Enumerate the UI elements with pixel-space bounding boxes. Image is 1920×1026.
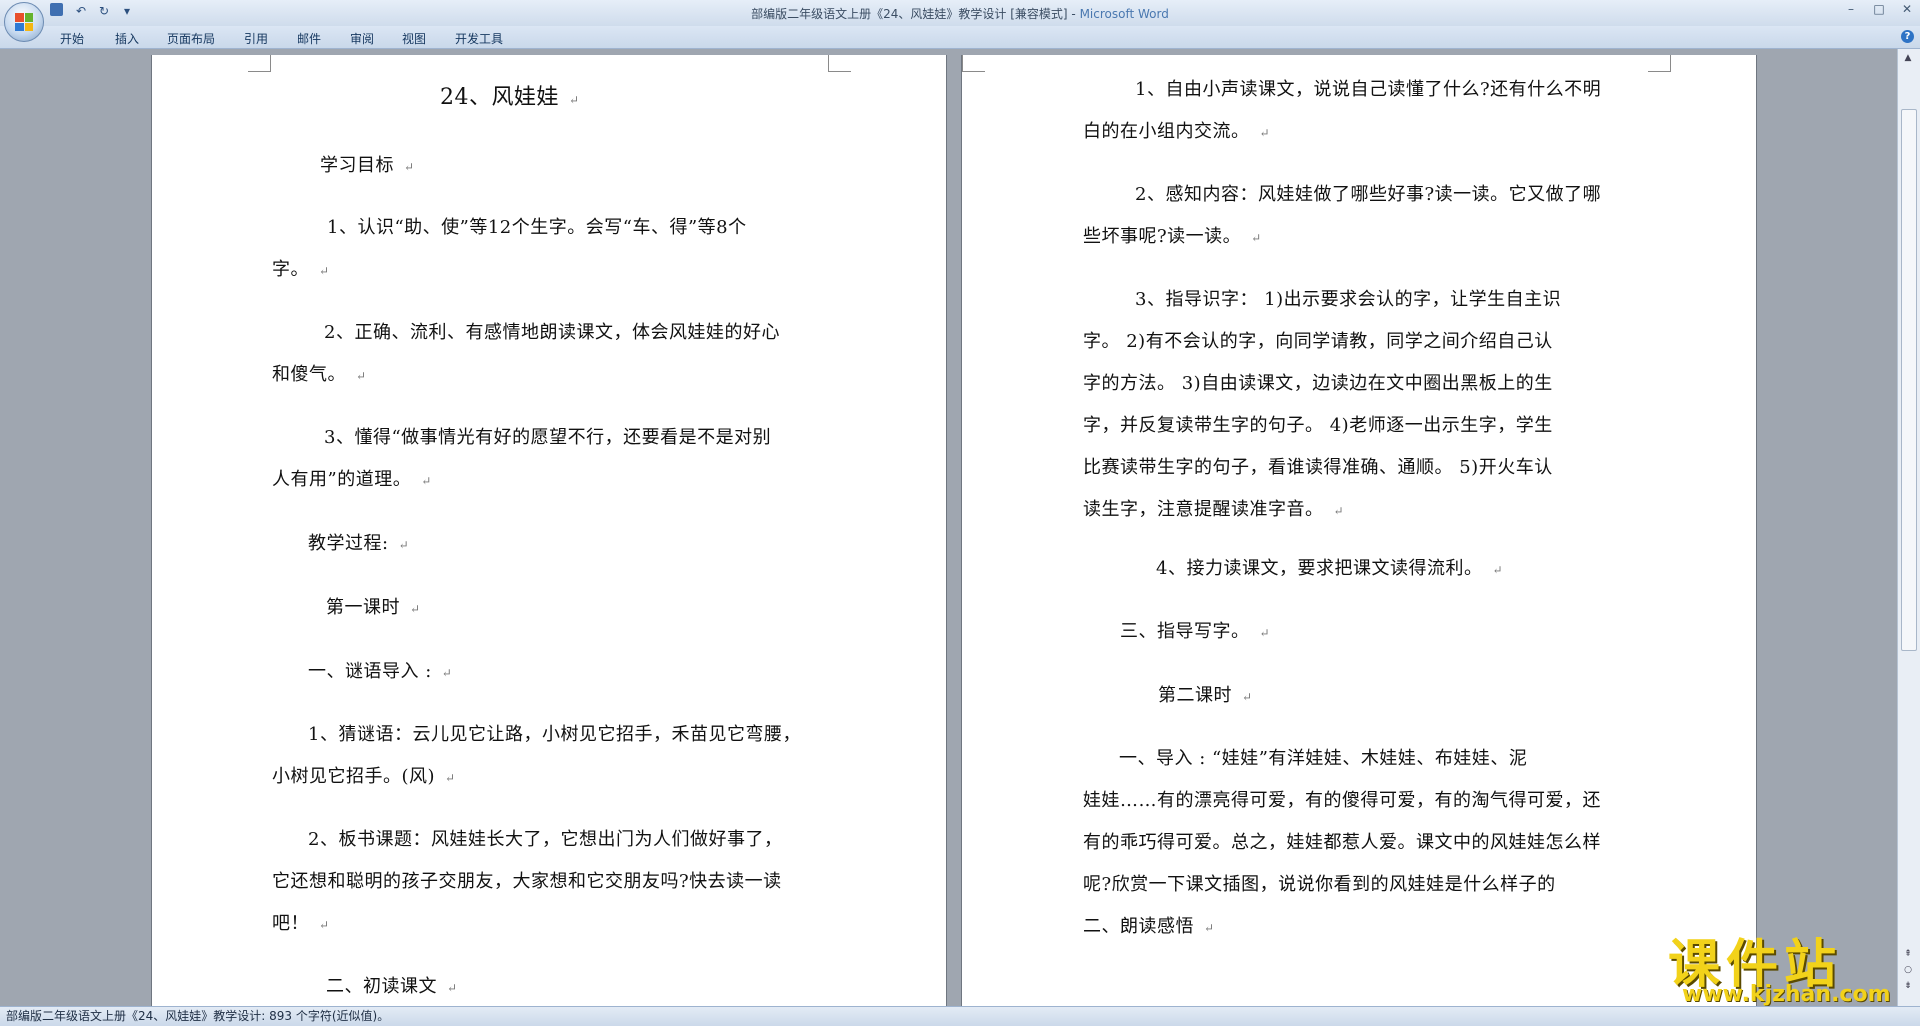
paragraph: 第一课时 ↵: [326, 597, 421, 618]
paragraph: 1、猜谜语：云儿见它让路，小树见它招手，禾苗见它弯腰， 小树见它招手。(风) ↵: [272, 724, 801, 787]
paragraph: 3、指导识字： 1)出示要求会认的字，让学生自主识 字。 2)有不会认的字，向同…: [1083, 289, 1562, 520]
help-icon[interactable]: ?: [1901, 30, 1914, 43]
tab-view[interactable]: 视图: [402, 30, 426, 47]
document-workspace: 24、风娃娃 ↵ 学习目标 ↵ 1、认识“助、使”等12个生字。会写“车、得”等8个…: [0, 49, 1898, 1006]
status-text: 部编版二年级语文上册《24、风娃娃》教学设计: 893 个字符(近似值)。: [6, 1009, 390, 1023]
paragraph: 教学过程: ↵: [308, 533, 410, 554]
paragraph: 一、谜语导入 : ↵: [308, 661, 453, 682]
watermark-url: www.kjzhan.com: [1682, 982, 1891, 1007]
tab-mailings[interactable]: 邮件: [297, 30, 321, 47]
page-right: 1、自由小声读课文，说说自己读懂了什么?还有什么不明 白的在小组内交流。 ↵ 2、…: [961, 55, 1757, 1006]
paragraph-mark: ↵: [569, 93, 580, 107]
office-logo-icon: [15, 13, 33, 31]
close-icon[interactable]: ✕: [1900, 2, 1914, 16]
paragraph: 第二课时 ↵: [1158, 685, 1253, 706]
paragraph: 二、朗读感悟 ↵: [1083, 916, 1215, 937]
scrollbar-thumb[interactable]: [1901, 109, 1917, 651]
margin-corner-mark: [962, 55, 985, 72]
margin-corner-mark: [828, 55, 851, 72]
page-left: 24、风娃娃 ↵ 学习目标 ↵ 1、认识“助、使”等12个生字。会写“车、得”等8个…: [151, 55, 947, 1006]
paragraph: 1、自由小声读课文，说说自己读懂了什么?还有什么不明 白的在小组内交流。 ↵: [1083, 79, 1602, 142]
app-name: Microsoft Word: [1079, 7, 1169, 21]
scroll-up-icon[interactable]: ▲: [1901, 53, 1915, 65]
paragraph: 学习目标 ↵: [320, 155, 415, 176]
tab-insert[interactable]: 插入: [115, 30, 139, 47]
paragraph: 4、接力读课文，要求把课文读得流利。 ↵: [1156, 558, 1504, 579]
office-button[interactable]: [4, 2, 44, 42]
paragraph: 2、感知内容：风娃娃做了哪些好事?读一读。它又做了哪 些坏事呢?读一读。 ↵: [1083, 184, 1602, 247]
tab-review[interactable]: 审阅: [350, 30, 374, 47]
minimize-icon[interactable]: –: [1844, 2, 1858, 16]
margin-corner-mark: [1648, 55, 1671, 72]
paragraph: 3、懂得“做事情光有好的愿望不行，还要看是不是对别 人有用”的道理。 ↵: [272, 427, 772, 490]
title-bar: ↶ ↻ ▾ 部编版二年级语文上册《24、风娃娃》教学设计 [兼容模式] - Mi…: [0, 0, 1920, 26]
status-bar: 部编版二年级语文上册《24、风娃娃》教学设计: 893 个字符(近似值)。: [0, 1006, 1920, 1026]
tab-developer[interactable]: 开发工具: [455, 30, 503, 47]
paragraph: 2、正确、流利、有感情地朗读课文，体会风娃娃的好心 和傻气。 ↵: [272, 322, 780, 385]
window-title: 部编版二年级语文上册《24、风娃娃》教学设计 [兼容模式] - Microsof…: [0, 5, 1920, 22]
tab-home[interactable]: 开始: [60, 30, 84, 47]
ribbon-tabs: 开始 插入 页面布局 引用 邮件 审阅 视图 开发工具 ?: [0, 26, 1920, 49]
document-title: 部编版二年级语文上册《24、风娃娃》教学设计 [兼容模式] -: [751, 7, 1080, 21]
tab-references[interactable]: 引用: [244, 30, 268, 47]
watermark-logo: 课件站 www.kjzhan.com: [1668, 922, 1908, 1007]
maximize-icon[interactable]: □: [1872, 2, 1886, 16]
paragraph: 二、初读课文 ↵: [326, 976, 458, 997]
margin-corner-mark: [248, 55, 271, 72]
window-controls: – □ ✕: [1844, 2, 1914, 16]
paragraph: 2、板书课题：风娃娃长大了，它想出门为人们做好事了， 它还想和聪明的孩子交朋友，…: [272, 829, 783, 934]
paragraph: 三、指导写字。 ↵: [1120, 621, 1271, 642]
document-heading: 24、风娃娃 ↵: [440, 85, 580, 110]
paragraph: 一、导入 : “娃娃”有洋娃娃、木娃娃、布娃娃、泥 娃娃……有的漂亮得可爱，有的…: [1083, 748, 1601, 895]
vertical-scrollbar[interactable]: ▲ ⇞ ○ ⇟: [1897, 49, 1920, 1006]
tab-page-layout[interactable]: 页面布局: [167, 30, 215, 47]
paragraph: 1、认识“助、使”等12个生字。会写“车、得”等8个 字。 ↵: [272, 217, 747, 280]
